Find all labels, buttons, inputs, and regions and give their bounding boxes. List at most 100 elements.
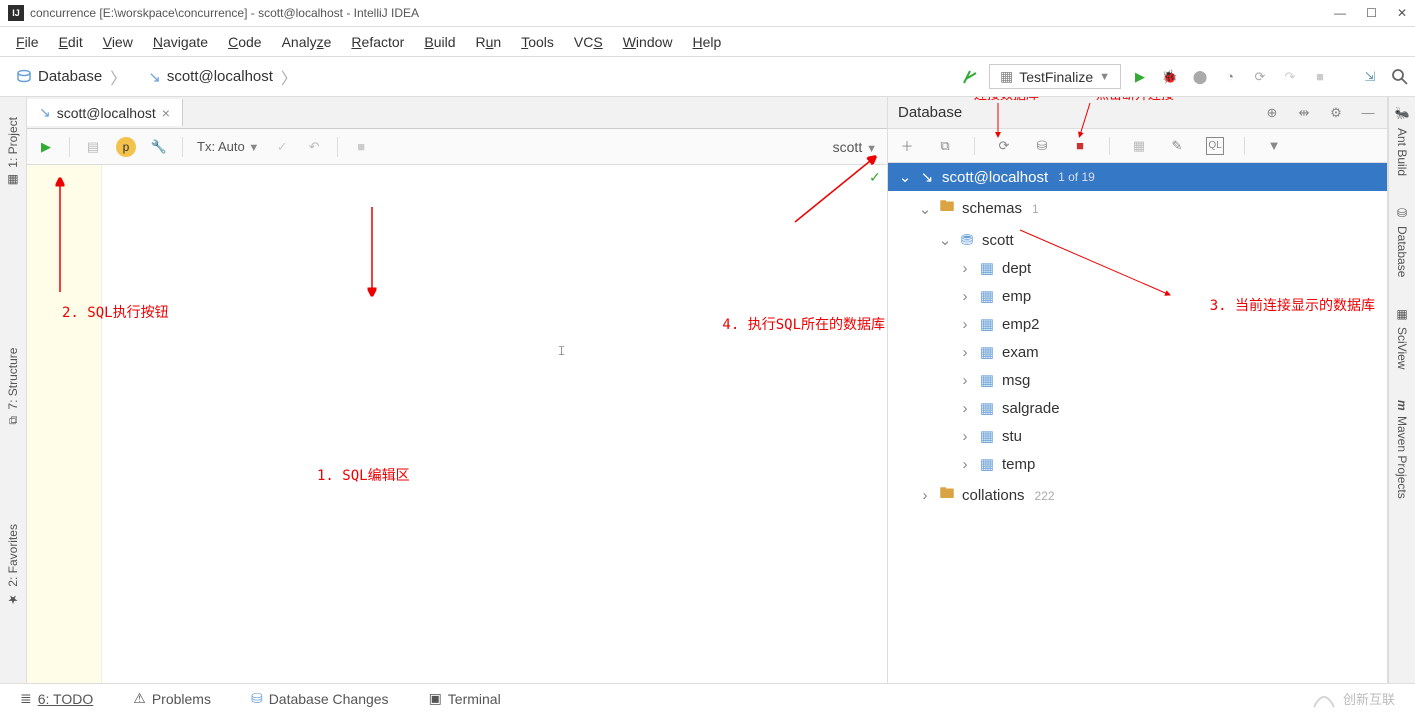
menu-help[interactable]: Help (683, 30, 732, 54)
search-icon[interactable] (1391, 68, 1409, 86)
tree-schemas[interactable]: ⌄ 🖿 schemas 1 (888, 191, 1387, 226)
chevron-right-icon[interactable]: › (958, 372, 972, 389)
menu-tools[interactable]: Tools (511, 30, 564, 54)
tree-collations[interactable]: › 🖿 collations 222 (888, 478, 1387, 513)
datasource-properties-button[interactable]: ⛁ (1033, 137, 1051, 155)
editor-tabs: ↘ scott@localhost × (27, 97, 887, 129)
commit-button[interactable]: ✓ (273, 138, 291, 156)
edit-button[interactable]: ✎ (1168, 137, 1186, 155)
table-icon: ▦ (978, 259, 996, 277)
build-icon[interactable] (961, 68, 979, 86)
add-datasource-icon[interactable]: ⊕ (1263, 104, 1281, 122)
jump-to-console-button[interactable]: QL (1206, 137, 1224, 155)
database-toolbar: ＋ ⧉ ⟳ ⛁ ■ ▦ ✎ QL ▼ (888, 129, 1387, 163)
stop-run-button[interactable]: ■ (1311, 68, 1329, 86)
tree-table[interactable]: ›▦msg (888, 366, 1387, 394)
playground-button[interactable]: p (116, 137, 136, 157)
gear-icon[interactable]: ⚙ (1327, 104, 1345, 122)
duplicate-button[interactable]: ⧉ (936, 137, 954, 155)
bottom-toolbar: ≣6: TODO ⚠Problems ⛁Database Changes ▣Te… (0, 683, 1415, 713)
sidebar-favorites[interactable]: ★2: Favorites (6, 524, 20, 607)
tree-table[interactable]: ›▦exam (888, 338, 1387, 366)
tree-label: stu (1002, 428, 1022, 445)
sidebar-ant[interactable]: 🐜Ant Build (1395, 107, 1409, 176)
filter-button[interactable]: ▼ (1265, 137, 1283, 155)
tree-datasource[interactable]: ⌄ ↘ scott@localhost 1 of 19 (888, 163, 1387, 191)
chevron-right-icon[interactable]: › (958, 428, 972, 445)
chevron-right-icon[interactable]: › (958, 316, 972, 333)
bottom-terminal[interactable]: ▣Terminal (429, 690, 501, 707)
chevron-down-icon[interactable]: ⌄ (938, 231, 952, 249)
menu-view[interactable]: View (93, 30, 143, 54)
chevron-down-icon[interactable]: ⌄ (918, 200, 932, 218)
sidebar-sciview[interactable]: ▦SciView (1395, 307, 1409, 369)
close-button[interactable]: ✕ (1397, 6, 1407, 20)
run-configuration-select[interactable]: ▦ TestFinalize ▼ (989, 64, 1121, 89)
chevron-right-icon[interactable]: › (958, 456, 972, 473)
explain-plan-button[interactable]: ▤ (84, 138, 102, 156)
rollback-button[interactable]: ↶ (305, 138, 323, 156)
annotation-arrow (45, 172, 75, 302)
tree-table[interactable]: ›▦salgrade (888, 394, 1387, 422)
menu-edit[interactable]: Edit (49, 30, 93, 54)
text-cursor: 𝙸 (557, 343, 566, 359)
new-button[interactable]: ＋ (898, 137, 916, 155)
menu-navigate[interactable]: Navigate (143, 30, 218, 54)
coverage-button[interactable]: ⬤ (1191, 68, 1209, 86)
bottom-problems[interactable]: ⚠Problems (133, 690, 211, 707)
editor-tab-console[interactable]: ↘ scott@localhost × (27, 99, 183, 126)
update-project-icon[interactable]: ⇲ (1361, 68, 1379, 86)
table-icon: ▦ (978, 343, 996, 361)
editor-toolbar: ▶ ▤ p 🔧 Tx: Auto ▼ ✓ ↶ ■ scott ▼ (27, 129, 887, 165)
config-icon: ▦ (1000, 68, 1013, 85)
maximize-button[interactable]: ☐ (1366, 6, 1377, 20)
sidebar-maven[interactable]: mMaven Projects (1395, 400, 1409, 499)
crumb-datasource[interactable]: ↘ scott@localhost (138, 61, 309, 93)
folder-icon: 🖿 (938, 196, 956, 221)
sidebar-structure[interactable]: ⧉7: Structure (6, 348, 20, 425)
debug-button[interactable]: 🐞 (1161, 68, 1179, 86)
table-icon: ▦ (978, 399, 996, 417)
menu-vcs[interactable]: VCS (564, 30, 613, 54)
minimize-button[interactable]: — (1334, 6, 1346, 20)
chevron-right-icon[interactable]: › (958, 288, 972, 305)
chevron-down-icon[interactable]: ⌄ (898, 168, 912, 186)
chevron-right-icon[interactable]: › (958, 400, 972, 417)
bottom-todo[interactable]: ≣6: TODO (20, 690, 93, 707)
editor-tab-label: scott@localhost (57, 105, 156, 121)
tree-table[interactable]: ›▦temp (888, 450, 1387, 478)
table-icon: ▦ (978, 455, 996, 473)
menu-refactor[interactable]: Refactor (341, 30, 414, 54)
profile-button[interactable]: ◔ (1221, 68, 1239, 86)
menu-analyze[interactable]: Analyze (272, 30, 342, 54)
sidebar-project[interactable]: ▦1: Project (6, 117, 20, 188)
menu-code[interactable]: Code (218, 30, 271, 54)
sidebar-database[interactable]: ⛁Database (1395, 206, 1409, 277)
tree-table[interactable]: ›▦stu (888, 422, 1387, 450)
execute-button[interactable]: ▶ (37, 138, 55, 156)
split-icon[interactable]: ⇹ (1295, 104, 1313, 122)
chevron-right-icon[interactable]: › (958, 344, 972, 361)
code-area[interactable]: ✓ 𝙸 (102, 165, 887, 683)
menu-build[interactable]: Build (414, 30, 465, 54)
menu-file[interactable]: File (6, 30, 49, 54)
menu-run[interactable]: Run (466, 30, 512, 54)
close-tab-icon[interactable]: × (162, 105, 170, 121)
minimize-panel-icon[interactable]: — (1359, 104, 1377, 122)
tree-count: 1 of 19 (1058, 170, 1095, 184)
attach-button[interactable]: ⟳ (1251, 68, 1269, 86)
run-button[interactable]: ▶ (1131, 68, 1149, 86)
data-view-button[interactable]: ▦ (1130, 137, 1148, 155)
chevron-right-icon[interactable]: › (918, 487, 932, 504)
tree-label: collations (962, 487, 1025, 504)
database-panel-header: Database ⊕ ⇹ ⚙ — 6. 同步刷新： 连接数据库 5. 数据库正常… (888, 97, 1387, 129)
annotation-arrow (988, 103, 1008, 143)
bottom-dbchanges[interactable]: ⛁Database Changes (251, 690, 389, 707)
chevron-right-icon[interactable]: › (958, 260, 972, 277)
tx-mode-select[interactable]: Tx: Auto ▼ (197, 139, 259, 154)
tree-label: emp2 (1002, 316, 1040, 333)
editor-body[interactable]: ✓ 𝙸 (27, 165, 887, 683)
settings-icon[interactable]: 🔧 (150, 138, 168, 156)
menu-window[interactable]: Window (613, 30, 683, 54)
crumb-database[interactable]: Database (6, 61, 138, 93)
